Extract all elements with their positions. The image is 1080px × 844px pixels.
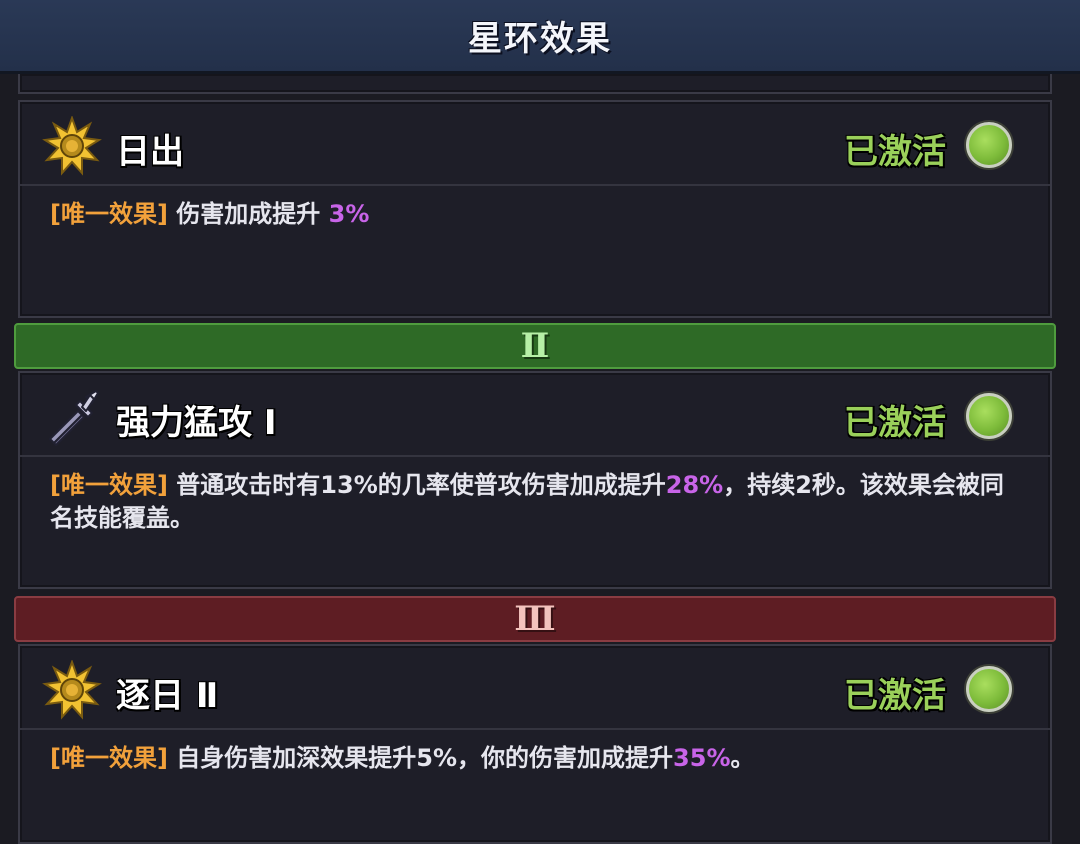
effect-name: 日出 — [116, 132, 184, 172]
active-indicator-icon — [966, 666, 1012, 712]
active-indicator-icon — [966, 393, 1012, 439]
effect-name: 强力猛攻 Ⅰ — [116, 403, 277, 443]
effect-card-header: 逐日 Ⅱ 已激活 — [20, 646, 1050, 730]
desc-text: 普通攻击时有13%的几率使普攻伤害加成提升 — [167, 471, 666, 499]
desc-highlight-value: 35% — [673, 744, 731, 772]
desc-text-tail: 。 — [730, 744, 755, 772]
tier-divider-3: Ⅲ — [14, 596, 1056, 642]
desc-highlight-value: 28% — [665, 471, 724, 499]
desc-highlight-value: 3% — [328, 200, 370, 228]
effect-description: [唯一效果] 自身伤害加深效果提升5%，你的伤害加成提升35%。 — [50, 742, 1010, 775]
effect-card-chase-sun: 逐日 Ⅱ 已激活 [唯一效果] 自身伤害加深效果提升5%，你的伤害加成提升35%… — [18, 644, 1052, 844]
effect-card-header: 日出 已激活 — [20, 102, 1050, 186]
effect-description: [唯一效果] 伤害加成提升 3% — [50, 198, 1010, 231]
unique-effect-tag: [唯一效果] — [50, 200, 168, 228]
effect-card-header: 强力猛攻 Ⅰ 已激活 — [20, 373, 1050, 457]
effect-card-sunrise: 日出 已激活 [唯一效果] 伤害加成提升 3% — [18, 100, 1052, 318]
effect-card-power-assault: 强力猛攻 Ⅰ 已激活 [唯一效果] 普通攻击时有13%的几率使普攻伤害加成提升2… — [18, 371, 1052, 589]
desc-text: 自身伤害加深效果提升5%，你的伤害加成提升 — [167, 744, 674, 772]
header-bar: 星环效果 — [0, 0, 1080, 74]
unique-effect-tag: [唯一效果] — [50, 744, 168, 772]
sun-burst-icon — [42, 116, 102, 176]
status-label: 已激活 — [844, 132, 946, 172]
tier-divider-2: Ⅱ — [14, 323, 1056, 369]
tier-label: Ⅱ — [520, 326, 550, 366]
top-strip — [18, 74, 1052, 94]
unique-effect-tag: [唯一效果] — [50, 471, 168, 499]
status-label: 已激活 — [844, 676, 946, 716]
status-label: 已激活 — [844, 403, 946, 443]
active-indicator-icon — [966, 122, 1012, 168]
effect-description: [唯一效果] 普通攻击时有13%的几率使普攻伤害加成提升28%，持续2秒。该效果… — [50, 469, 1010, 535]
tier-label: Ⅲ — [514, 599, 556, 639]
desc-text: 伤害加成提升 — [167, 200, 329, 228]
effect-name: 逐日 Ⅱ — [116, 676, 219, 716]
sword-icon — [49, 390, 99, 446]
page-title: 星环效果 — [468, 19, 612, 59]
sun-burst-icon — [42, 660, 102, 720]
